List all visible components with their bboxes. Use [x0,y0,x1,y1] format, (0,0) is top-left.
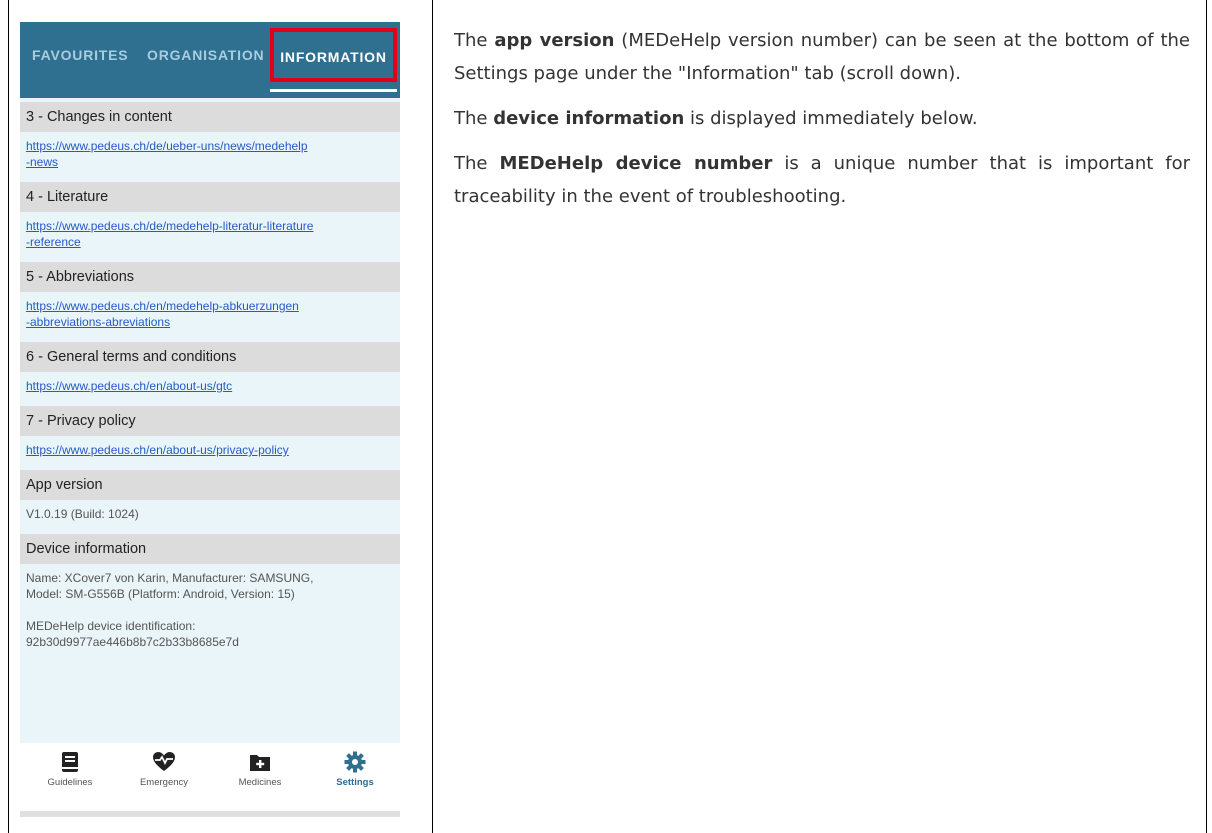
section-link[interactable]: https://www.pedeus.ch/de/medehelp-litera… [26,219,313,233]
active-tab-indicator [270,89,397,92]
paragraph-app-version: The app version (MEDeHelp version number… [454,24,1190,90]
section-link[interactable]: https://www.pedeus.ch/de/ueber-uns/news/… [26,139,308,153]
info-list: 3 - Changes in content https://www.pedeu… [20,102,400,656]
heart-pulse-icon [153,752,175,771]
app-version-value: V1.0.19 (Build: 1024) [26,507,139,521]
tab-information[interactable]: INFORMATION [270,28,397,82]
book-icon [62,752,78,772]
text-run: is displayed immediately below. [684,108,978,129]
nav-guidelines[interactable]: Guidelines [30,751,110,788]
text-run: The [454,108,494,129]
description-text: The app version (MEDeHelp version number… [454,24,1190,225]
column-divider [432,0,433,833]
section-header: 6 - General terms and conditions [20,342,400,372]
nav-medicines[interactable]: Medicines [220,751,300,788]
nav-label: Guidelines [47,777,93,788]
section-link-continued[interactable]: -abbreviations-abreviations [26,315,170,329]
bold-term: device information [493,108,685,129]
section-link-continued[interactable]: -reference [26,235,81,249]
section-header: Device information [20,534,400,564]
bottom-navigation: Guidelines Emergency Medicines Settings [20,743,400,817]
tab-bar: FAVOURITES ORGANISATION INFORMATION [20,22,400,98]
bold-term: app version [494,30,615,51]
section-header: 4 - Literature [20,182,400,212]
nav-label: Settings [336,777,374,788]
text-run: The [454,30,495,51]
device-identification-label: MEDeHelp device identification: [26,619,196,633]
section-link[interactable]: https://www.pedeus.ch/en/medehelp-abkuer… [26,299,299,313]
section-header: 5 - Abbreviations [20,262,400,292]
medicine-folder-icon [250,755,270,771]
paragraph-device-number: The MEDeHelp device number is a unique n… [454,147,1190,213]
text-run: The [454,153,500,174]
device-model-line: Model: SM-G556B (Platform: Android, Vers… [26,587,295,601]
section-body: https://www.pedeus.ch/de/ueber-uns/news/… [20,132,400,176]
nav-label: Medicines [238,777,282,788]
section-header: 3 - Changes in content [20,102,400,132]
nav-emergency[interactable]: Emergency [124,751,204,788]
device-identification-value: 92b30d9977ae446b8b7c2b33b8685e7d [26,635,239,649]
section-body: V1.0.19 (Build: 1024) [20,500,400,528]
nav-label: Emergency [139,777,189,788]
section-body: https://www.pedeus.ch/en/about-us/gtc [20,372,400,400]
gear-icon [344,751,366,773]
bold-term: MEDeHelp device number [499,153,773,174]
section-link[interactable]: https://www.pedeus.ch/en/about-us/privac… [26,443,289,457]
device-name-line: Name: XCover7 von Karin, Manufacturer: S… [26,571,314,585]
app-screenshot: FAVOURITES ORGANISATION INFORMATION 3 - … [20,22,400,817]
section-link[interactable]: https://www.pedeus.ch/en/about-us/gtc [26,379,232,393]
tab-favourites[interactable]: FAVOURITES [32,22,128,88]
section-body: https://www.pedeus.ch/en/about-us/privac… [20,436,400,464]
section-body: https://www.pedeus.ch/en/medehelp-abkuer… [20,292,400,336]
section-header: 7 - Privacy policy [20,406,400,436]
paragraph-device-information: The device information is displayed imme… [454,102,1190,135]
section-body: https://www.pedeus.ch/de/medehelp-litera… [20,212,400,256]
nav-settings[interactable]: Settings [315,751,395,788]
tab-organisation[interactable]: ORGANISATION [147,22,264,88]
section-header: App version [20,470,400,500]
section-body: Name: XCover7 von Karin, Manufacturer: S… [20,564,400,656]
section-link-continued[interactable]: -news [26,155,58,169]
